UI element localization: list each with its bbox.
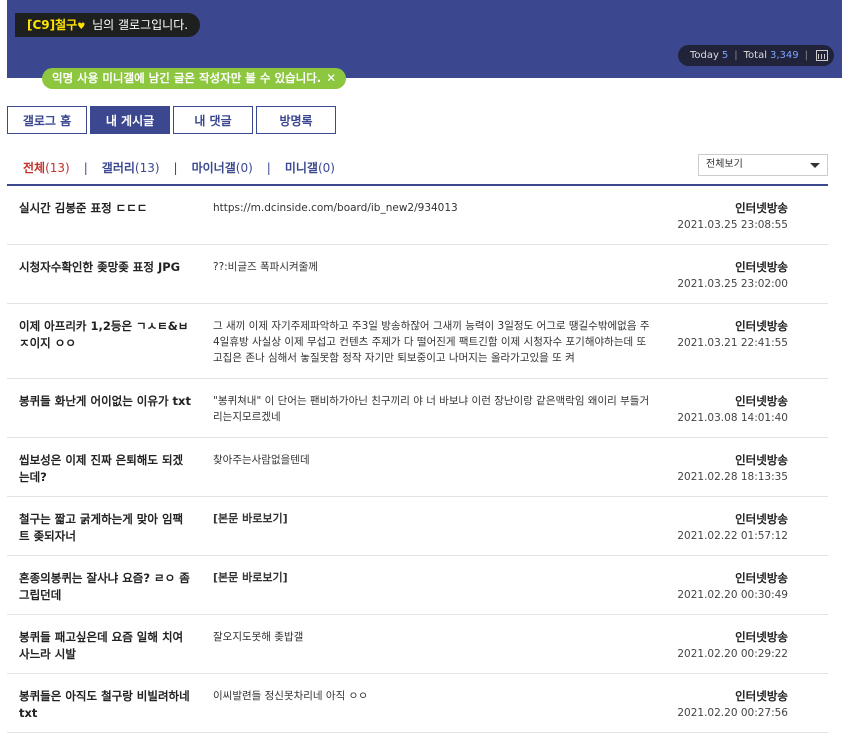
visit-divider: | (734, 50, 738, 61)
anonymous-notice: 익명 사용 미니갤에 남긴 글은 작성자만 볼 수 있습니다. ✕ (42, 68, 347, 89)
post-meta: 인터넷방송 2021.02.20 00:27:56 (638, 688, 788, 721)
filter-mini-gallery[interactable]: 미니갤(0) (285, 159, 335, 176)
gallog-tabs: 갤로그 홈 내 게시글 내 댓글 방명록 (7, 106, 336, 134)
tab-my-posts[interactable]: 내 게시글 (90, 106, 170, 134)
chevron-down-icon (810, 163, 820, 168)
owner-greeting: [C9]철구♥ 님의 갤로그입니다. (15, 13, 201, 37)
post-preview[interactable]: ??:비글즈 폭파시켜줄께 (213, 259, 653, 275)
list-item[interactable]: 철구는 짧고 굵게하는게 맞아 임팩트 좆되자너 [본문 바로보기] 인터넷방송… (7, 497, 828, 556)
post-author: 인터넷방송 (735, 201, 788, 215)
filter-gallery[interactable]: 갤러리(13) (102, 159, 160, 176)
list-item[interactable]: 씹보성은 이제 진짜 은퇴해도 되겠는데? 찾아주는사람없을텐데 인터넷방송 20… (7, 438, 828, 497)
post-title[interactable]: 시청자수확인한 좆망좆 표정 JPG (19, 259, 191, 276)
gallog-header: [C9]철구♥ 님의 갤로그입니다. Today 5 | Total 3,349 | (7, 0, 842, 78)
list-item[interactable]: 이제 아프리카 1,2등은 ㄱㅅㅌ&ㅂㅈ이지 ㅇㅇ 그 새끼 이제 자기주제파악… (7, 304, 828, 379)
view-select-value: 전체보기 (706, 159, 743, 170)
list-item[interactable]: 봉퀴들은 아직도 철구랑 비빌려하네 txt 이씨발련들 정신못차리네 아직 ㅇ… (7, 674, 828, 733)
today-label: Today (689, 50, 719, 61)
post-date: 2021.03.25 23:08:55 (677, 219, 788, 231)
list-item[interactable]: 봉퀴들 화난게 어이없는 이유가 txt "봉퀴쳐내" 이 단어는 팬비하가아닌… (7, 379, 828, 438)
list-item[interactable]: 실시간 김봉준 표정 ㄷㄷㄷ https://m.dcinside.com/bo… (7, 186, 828, 245)
view-post-link[interactable]: [본문 바로보기] (213, 570, 653, 586)
post-title[interactable]: 봉퀴들 패고싶은데 요즘 일해 치여사느라 시발 (19, 629, 191, 663)
visit-divider: | (804, 50, 808, 61)
tab-gallog-home[interactable]: 갤로그 홈 (7, 106, 87, 134)
owner-greeting-text: 님의 갤로그입니다. (88, 18, 189, 32)
filter-all[interactable]: 전체(13) (23, 159, 70, 176)
heart-icon: ♥ (77, 22, 86, 32)
visit-counter: Today 5 | Total 3,349 | (677, 45, 834, 66)
list-item[interactable]: 혼종의봉퀴는 잘사냐 요즘? ㄹㅇ 좀 그립던데 [본문 바로보기] 인터넷방송… (7, 556, 828, 615)
tab-my-comments[interactable]: 내 댓글 (173, 106, 253, 134)
post-type-filter: 전체(13) | 갤러리(13) | 마이너갤(0) | 미니갤(0) (23, 159, 335, 176)
post-author: 인터넷방송 (735, 260, 788, 274)
post-meta: 인터넷방송 2021.02.22 01:57:12 (638, 511, 788, 544)
total-count: 3,349 (769, 50, 799, 61)
post-author: 인터넷방송 (735, 689, 788, 703)
post-meta: 인터넷방송 2021.03.25 23:02:00 (638, 259, 788, 292)
post-preview[interactable]: 찾아주는사람없을텐데 (213, 452, 653, 468)
tab-guestbook[interactable]: 방명록 (256, 106, 336, 134)
post-title[interactable]: 철구는 짧고 굵게하는게 맞아 임팩트 좆되자너 (19, 511, 191, 545)
total-label: Total (743, 50, 767, 61)
close-icon[interactable]: ✕ (326, 71, 336, 85)
list-item[interactable]: 봉퀴들 패고싶은데 요즘 일해 치여사느라 시발 잘오지도못해 좆밥갤 인터넷방… (7, 615, 828, 674)
post-meta: 인터넷방송 2021.02.28 18:13:35 (638, 452, 788, 485)
post-author: 인터넷방송 (735, 319, 788, 333)
view-post-link[interactable]: [본문 바로보기] (213, 511, 653, 527)
calendar-icon[interactable] (816, 50, 828, 61)
filter-separator: | (266, 160, 271, 175)
post-meta: 인터넷방송 2021.03.08 14:01:40 (638, 393, 788, 426)
list-item[interactable]: 시청자수확인한 좆망좆 표정 JPG ??:비글즈 폭파시켜줄께 인터넷방송 20… (7, 245, 828, 304)
post-preview[interactable]: 잘오지도못해 좆밥갤 (213, 629, 653, 645)
post-date: 2021.02.28 18:13:35 (677, 471, 788, 483)
today-count: 5 (721, 50, 729, 61)
filter-separator: | (83, 160, 88, 175)
owner-name[interactable]: [C9]철구 (27, 18, 77, 32)
post-author: 인터넷방송 (735, 394, 788, 408)
post-title[interactable]: 봉퀴들 화난게 어이없는 이유가 txt (19, 393, 191, 410)
post-title[interactable]: 혼종의봉퀴는 잘사냐 요즘? ㄹㅇ 좀 그립던데 (19, 570, 191, 604)
post-date: 2021.02.20 00:27:56 (677, 707, 788, 719)
post-preview[interactable]: "봉퀴쳐내" 이 단어는 팬비하가아닌 친구끼리 야 너 바보냐 이런 장난이랑… (213, 393, 653, 425)
post-meta: 인터넷방송 2021.03.21 22:41:55 (638, 318, 788, 351)
post-list: 실시간 김봉준 표정 ㄷㄷㄷ https://m.dcinside.com/bo… (7, 186, 828, 733)
post-date: 2021.03.25 23:02:00 (677, 278, 788, 290)
post-author: 인터넷방송 (735, 512, 788, 526)
filter-separator: | (173, 160, 178, 175)
post-author: 인터넷방송 (735, 571, 788, 585)
post-preview[interactable]: https://m.dcinside.com/board/ib_new2/934… (213, 200, 653, 216)
post-meta: 인터넷방송 2021.02.20 00:29:22 (638, 629, 788, 662)
view-select[interactable]: 전체보기 (698, 154, 828, 176)
post-preview[interactable]: 그 새끼 이제 자기주제파악하고 주3일 방송하잖어 그새끼 능력이 3일정도 … (213, 318, 653, 366)
filter-minor-gallery[interactable]: 마이너갤(0) (192, 159, 253, 176)
post-date: 2021.03.21 22:41:55 (677, 337, 788, 349)
post-author: 인터넷방송 (735, 630, 788, 644)
post-title[interactable]: 씹보성은 이제 진짜 은퇴해도 되겠는데? (19, 452, 191, 486)
post-date: 2021.03.08 14:01:40 (677, 412, 788, 424)
notice-text: 익명 사용 미니갤에 남긴 글은 작성자만 볼 수 있습니다. (52, 71, 322, 85)
post-meta: 인터넷방송 2021.02.20 00:30:49 (638, 570, 788, 603)
post-author: 인터넷방송 (735, 453, 788, 467)
post-title[interactable]: 이제 아프리카 1,2등은 ㄱㅅㅌ&ㅂㅈ이지 ㅇㅇ (19, 318, 191, 352)
post-date: 2021.02.22 01:57:12 (677, 530, 788, 542)
post-title[interactable]: 봉퀴들은 아직도 철구랑 비빌려하네 txt (19, 688, 191, 722)
post-preview[interactable]: 이씨발련들 정신못차리네 아직 ㅇㅇ (213, 688, 653, 704)
post-meta: 인터넷방송 2021.03.25 23:08:55 (638, 200, 788, 233)
post-title[interactable]: 실시간 김봉준 표정 ㄷㄷㄷ (19, 200, 191, 217)
post-date: 2021.02.20 00:29:22 (677, 648, 788, 660)
post-date: 2021.02.20 00:30:49 (677, 589, 788, 601)
